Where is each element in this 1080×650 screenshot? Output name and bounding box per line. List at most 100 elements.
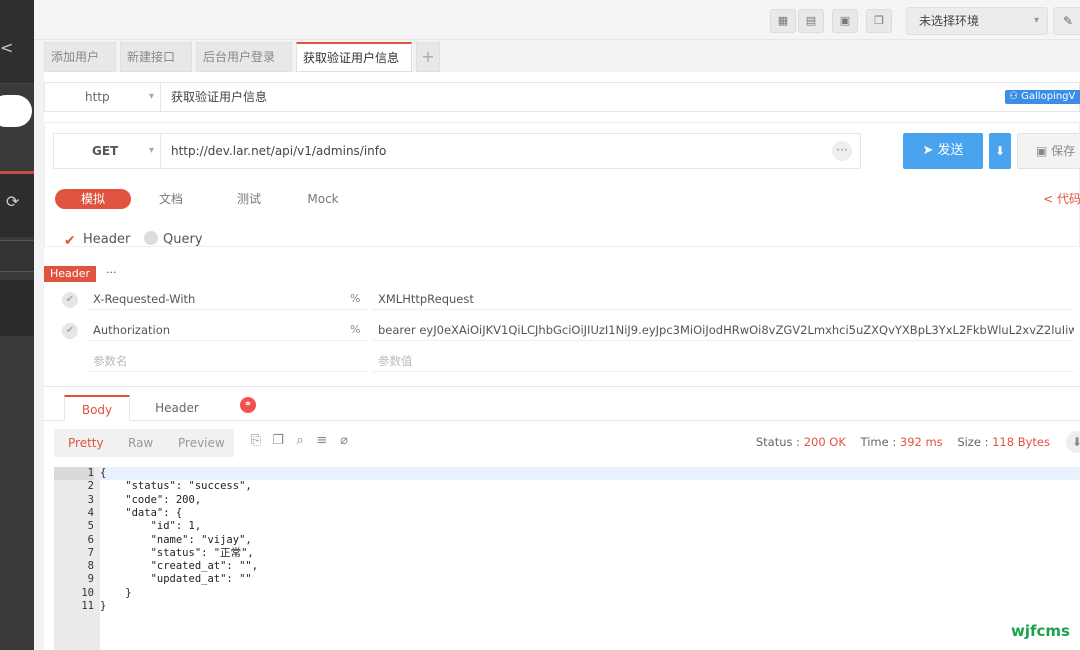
sidebar-section[interactable] [0, 280, 34, 336]
header-option-label: Header [83, 232, 131, 247]
tab-new-api[interactable]: 新建接口 [120, 42, 192, 72]
check-icon[interactable]: ✔ [62, 323, 78, 339]
radio-icon [144, 231, 158, 245]
check-icon: ✔ [64, 233, 76, 249]
grid-icon[interactable]: ▦ [770, 9, 796, 33]
clear-icon[interactable]: ⌀ [336, 433, 352, 449]
response-tabs: Body Header ⚭ [44, 387, 1080, 421]
copy-icon[interactable]: ❐ [866, 9, 892, 33]
param-value[interactable]: bearer eyJ0eXAiOiJKV1QiLCJhbGciOiJIUzI1N… [372, 319, 1074, 341]
time-label: Time : [860, 435, 900, 449]
environment-label: 未选择环境 [919, 14, 980, 28]
copy-icon[interactable]: ❐ [270, 433, 286, 449]
protocol-select[interactable]: http ▾ [45, 83, 161, 111]
save-button[interactable]: ▣ 保存 [1017, 133, 1080, 169]
tab-label: 新建接口 [127, 50, 176, 64]
line-number: 9 [87, 573, 94, 586]
check-icon[interactable]: ✔ [62, 292, 78, 308]
code-content: { "status": "success", "code": 200, "dat… [100, 467, 1080, 650]
download-icon[interactable]: ⬇ [989, 133, 1011, 169]
param-key[interactable]: X-Requested-With [88, 288, 368, 310]
format-pretty[interactable]: Pretty [68, 429, 104, 457]
param-value[interactable]: XMLHttpRequest [372, 288, 1074, 310]
query-checkbox[interactable]: Query [144, 230, 203, 250]
tab-response-header[interactable]: Header [152, 395, 202, 421]
line-number: 7 [87, 546, 94, 559]
code-line: } [100, 586, 132, 599]
chevron-down-icon: ▾ [1033, 15, 1039, 26]
line-number: 3 [87, 493, 94, 506]
more-icon[interactable]: ··· [832, 141, 852, 161]
sidebar-search-pill[interactable] [0, 95, 32, 127]
param-row-empty: 参数名 参数值 [56, 346, 1078, 376]
refresh-icon[interactable]: ⟳ [6, 192, 19, 211]
code-line: "status": "正常", [100, 546, 254, 559]
line-number: 10 [81, 586, 94, 599]
format-raw[interactable]: Raw [128, 429, 153, 457]
document-icon[interactable]: ▤ [798, 9, 824, 33]
api-name-field[interactable]: 获取验证用户信息 [171, 83, 267, 111]
wrap-icon[interactable]: ≡ [314, 433, 330, 449]
share-icon[interactable]: < [0, 38, 13, 57]
main-panel: http ▾ 获取验证用户信息 ⚇ GallopingV GET ▾ http:… [44, 72, 1080, 650]
tab-test[interactable]: 测试 [229, 189, 269, 209]
response-body-editor[interactable]: 1 2 3 4 5 6 7 8 9 10 11 { "status": "suc… [54, 467, 1080, 650]
sidebar-section[interactable] [0, 240, 34, 272]
size-label: Size : [957, 435, 993, 449]
param-value-placeholder[interactable]: 参数值 [372, 350, 1074, 372]
sidebar-active-section[interactable]: ⟳ [0, 171, 34, 237]
line-number: 1 [54, 467, 94, 481]
environment-select[interactable]: 未选择环境 ▾ [906, 7, 1048, 35]
tab-admin-login[interactable]: 后台用户登录 [196, 42, 292, 72]
line-number: 2 [87, 480, 94, 493]
line-number: 11 [81, 600, 94, 612]
line-number: 6 [87, 533, 94, 546]
user-badge[interactable]: ⚇ GallopingV [1005, 90, 1080, 104]
left-sidebar: < ⟳ [0, 0, 34, 650]
save-label: 保存 [1051, 144, 1076, 158]
code-line: "id": 1, [100, 520, 202, 533]
url-value: http://dev.lar.net/api/v1/admins/info [171, 144, 387, 158]
tab-mock[interactable]: Mock [303, 189, 343, 209]
format-switch: Pretty Raw Preview [54, 429, 234, 457]
header-more-button[interactable]: ··· [106, 266, 117, 280]
link-icon[interactable]: % [350, 319, 360, 341]
param-key[interactable]: Authorization [88, 319, 368, 341]
link-icon[interactable]: ⚭ [240, 397, 256, 413]
param-key-placeholder[interactable]: 参数名 [88, 350, 368, 372]
send-button[interactable]: ➤ 发送 [903, 133, 983, 169]
tab-get-user-info[interactable]: 获取验证用户信息 [296, 42, 412, 72]
header-checkbox[interactable]: ✔ Header [64, 230, 130, 250]
api-name-row: http ▾ 获取验证用户信息 ⚇ GallopingV [44, 82, 1080, 112]
code-line: "name": "vijay", [100, 533, 252, 546]
tab-simulate[interactable]: 模拟 [55, 189, 131, 209]
download-icon[interactable]: ⬇ [1066, 431, 1080, 453]
chevron-down-icon: ▾ [148, 91, 154, 102]
code-line: "updated_at": "" [100, 573, 252, 586]
format-preview[interactable]: Preview [178, 429, 225, 457]
response-tools: ⎘ ❐ ⌕ ≡ ⌀ [248, 433, 358, 449]
format-icon[interactable]: ⎘ [248, 433, 264, 449]
sidebar-top-block: < [0, 0, 34, 84]
code-link[interactable]: < 代码 [1043, 189, 1080, 209]
tab-docs[interactable]: 文档 [151, 189, 191, 209]
code-line: { [100, 467, 1080, 481]
response-panel: Body Header ⚭ Pretty Raw Preview ⎘ ❐ ⌕ ≡ ⌀ S… [44, 386, 1080, 650]
search-icon[interactable]: ⌕ [292, 433, 308, 449]
tab-add-user[interactable]: 添加用户 [44, 42, 116, 72]
url-input[interactable]: http://dev.lar.net/api/v1/admins/info ··… [160, 133, 861, 169]
tab-body[interactable]: Body [64, 395, 130, 421]
add-tab-button[interactable]: + [416, 42, 440, 72]
edit-icon[interactable]: ✎ [1053, 7, 1080, 35]
method-select[interactable]: GET ▾ [53, 133, 161, 169]
image-icon[interactable]: ▣ [832, 9, 858, 33]
param-row: ✔ Authorization % bearer eyJ0eXAiOiJKV1Q… [56, 315, 1078, 345]
link-icon[interactable]: % [350, 288, 360, 310]
code-line: "created_at": "", [100, 560, 259, 573]
code-line: "data": { [100, 506, 183, 519]
code-line: "status": "success", [100, 480, 252, 493]
code-line: } [100, 600, 107, 612]
tab-label: 获取验证用户信息 [303, 51, 400, 65]
tab-label: 添加用户 [51, 50, 100, 64]
response-status: Status : 200 OK Time : 392 ms Size : 118… [756, 435, 1050, 449]
